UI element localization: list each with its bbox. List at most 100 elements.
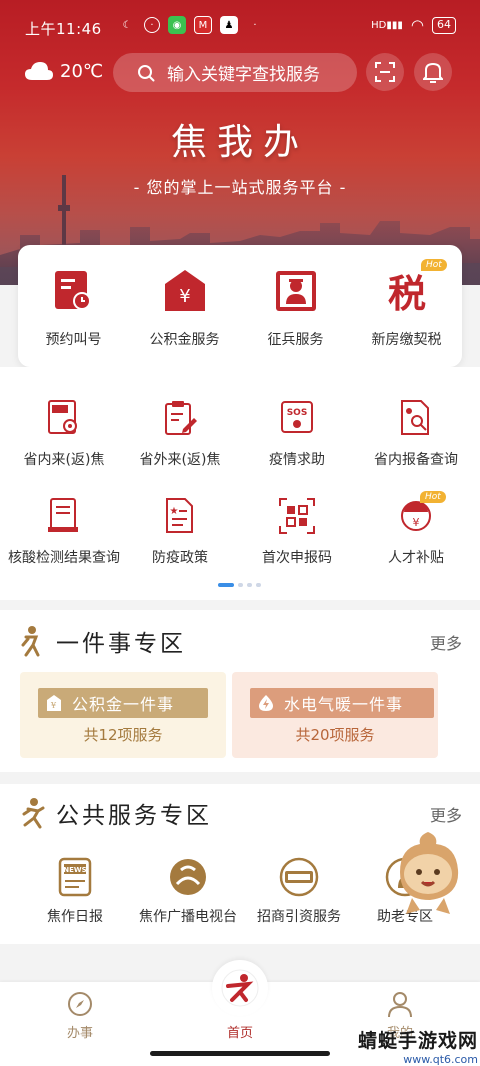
compass-icon: [68, 992, 92, 1016]
tax-icon: 税: [387, 271, 425, 313]
tab-label: 首页: [226, 1026, 253, 1041]
app-title: 焦我办: [170, 122, 309, 163]
system-icons: HD▮▮▮ ◠ 64: [371, 16, 456, 34]
signal-icon: HD▮▮▮: [371, 19, 403, 31]
home-indicator-bar[interactable]: [150, 1051, 330, 1056]
lightning-icon: [259, 695, 273, 711]
page-dot: [256, 583, 261, 587]
page-indicator: [218, 583, 261, 587]
bell-icon: [423, 62, 443, 83]
one-thing-section: 一件事专区 更多 ¥ 公积金一件事 共12项服务 水电气暖一件事 共20项服务: [0, 610, 480, 772]
service-appointment-queue[interactable]: 预约叫号: [18, 269, 129, 349]
grid-item-epidemic-policy[interactable]: ★ 防疫政策: [120, 497, 240, 567]
svg-text:NEWS: NEWS: [63, 866, 86, 874]
tab-label: 办事: [66, 1026, 93, 1041]
grid-item-epidemic-help[interactable]: SOS 疫情求助: [237, 399, 357, 469]
more-dot-icon: ·: [253, 19, 257, 31]
calendar-clock-icon: [54, 271, 91, 310]
section-header: 一件事专区: [20, 624, 186, 658]
section-title: 公共服务专区: [56, 803, 212, 829]
page-dot-active: [218, 583, 234, 587]
svg-text:¥: ¥: [179, 286, 190, 307]
notification-button[interactable]: [414, 53, 452, 91]
search-bar[interactable]: 输入关键字查找服务: [113, 53, 357, 92]
pack-count: 共12项服务: [83, 726, 163, 744]
pack-housing-fund[interactable]: ¥ 公积金一件事 共12项服务: [20, 672, 226, 758]
grid-item-label: 核酸检测结果查询: [8, 550, 120, 566]
tab-home[interactable]: 首页: [200, 960, 280, 1041]
service-label: 新房缴契税: [371, 332, 442, 348]
house-icon: ¥: [47, 695, 61, 711]
pack-utilities[interactable]: 水电气暖一件事 共20项服务: [232, 672, 438, 758]
cloud-icon: [25, 62, 53, 80]
grid-item-label: 首次申报码: [262, 550, 332, 566]
watermark-url: www.qt6.com: [403, 1053, 478, 1066]
soldier-icon: [275, 271, 316, 311]
svg-text:¥: ¥: [50, 701, 57, 710]
section-title: 一件事专区: [56, 631, 186, 657]
pack-tag: ¥ 公积金一件事: [38, 688, 208, 718]
public-item-label: 焦作日报: [47, 909, 103, 925]
pack-tag: 水电气暖一件事: [250, 688, 434, 718]
pack-tag-label: 公积金一件事: [72, 695, 175, 714]
watermark-title: 蜻蜓手游戏网: [357, 1030, 478, 1052]
service-new-house-tax[interactable]: Hot 税 新房缴契税: [351, 259, 462, 349]
alarm-icon: ·: [144, 17, 160, 33]
clipboard-edit-icon: [165, 401, 197, 435]
site-watermark: 蜻蜓手游戏网 www.qt6.com: [338, 1026, 478, 1066]
scan-button[interactable]: [366, 53, 404, 91]
sos-icon: SOS: [281, 401, 313, 433]
pack-tag-label: 水电气暖一件事: [284, 695, 404, 714]
svg-text:SOS: SOS: [287, 408, 308, 418]
test-report-icon: [48, 498, 78, 532]
policy-doc-icon: ★: [166, 498, 193, 533]
svg-text:★: ★: [170, 506, 179, 517]
status-time: 上午11:46: [25, 20, 102, 38]
public-item-label: 招商引资服务: [257, 909, 341, 925]
wechat-icon: ◉: [168, 16, 186, 34]
public-item-investment[interactable]: 招商引资服务: [244, 856, 354, 926]
more-link[interactable]: 更多: [430, 802, 462, 826]
grid-item-report-query[interactable]: 省内报备查询: [356, 399, 476, 469]
grid-item-first-declare-code[interactable]: 首次申报码: [237, 497, 357, 567]
hero-banner: 上午11:46 ☾ · ◉ M ♟ · HD▮▮▮ ◠ 64 20℃ 输入关键字…: [0, 0, 480, 285]
grid-item-label: 疫情求助: [269, 452, 325, 468]
search-icon: [138, 64, 155, 81]
services-grid: 省内来(返)焦 省外来(返)焦 SOS 疫情求助 省内报备查询 核酸检测结果查询…: [0, 367, 480, 600]
doc-search-icon: [401, 400, 429, 435]
section-header: 公共服务专区: [20, 796, 212, 830]
grid-item-out-province-return[interactable]: 省外来(返)焦: [120, 399, 240, 469]
grid-item-in-province-return[interactable]: 省内来(返)焦: [4, 399, 124, 469]
broadcast-logo-icon: [170, 859, 206, 895]
news-icon: NEWS: [58, 857, 92, 897]
grid-item-talent-subsidy[interactable]: Hot ¥ 人才补贴: [356, 491, 476, 567]
user-icon: [388, 992, 412, 1018]
hot-badge: Hot: [420, 491, 446, 503]
weather-temperature: 20℃: [60, 60, 104, 82]
notification-icons: ☾ · ◉ M ♟ ·: [118, 16, 264, 34]
grid-item-label: 省内报备查询: [374, 452, 458, 468]
tab-services[interactable]: 办事: [30, 990, 130, 1041]
more-link[interactable]: 更多: [430, 630, 462, 654]
service-conscription[interactable]: 征兵服务: [240, 269, 351, 349]
public-item-broadcast-tv[interactable]: 焦作广播电视台: [133, 856, 243, 926]
investment-icon: [279, 857, 319, 897]
service-label: 公积金服务: [149, 332, 220, 348]
service-housing-fund[interactable]: ¥ 公积金服务: [129, 269, 240, 349]
mascot-float-button[interactable]: [392, 830, 464, 920]
public-item-jiaozuo-daily[interactable]: NEWS 焦作日报: [20, 856, 130, 926]
qr-scan-icon: [279, 498, 315, 534]
pack-count: 共20项服务: [295, 726, 375, 744]
grid-item-nucleic-test[interactable]: 核酸检测结果查询: [4, 497, 124, 567]
svg-text:¥: ¥: [413, 516, 420, 529]
battery-indicator: 64: [432, 16, 456, 34]
home-logo-icon: [221, 969, 259, 1007]
app-screen: 上午11:46 ☾ · ◉ M ♟ · HD▮▮▮ ◠ 64 20℃ 输入关键字…: [0, 0, 480, 1066]
qq-icon: ♟: [220, 16, 238, 34]
weather-widget[interactable]: 20℃: [24, 60, 103, 82]
grid-item-label: 人才补贴: [388, 550, 444, 566]
wifi-icon: ◠: [410, 16, 424, 34]
svg-text:税: 税: [387, 271, 425, 313]
service-label: 预约叫号: [45, 332, 102, 348]
grid-item-label: 省内来(返)焦: [23, 452, 105, 468]
